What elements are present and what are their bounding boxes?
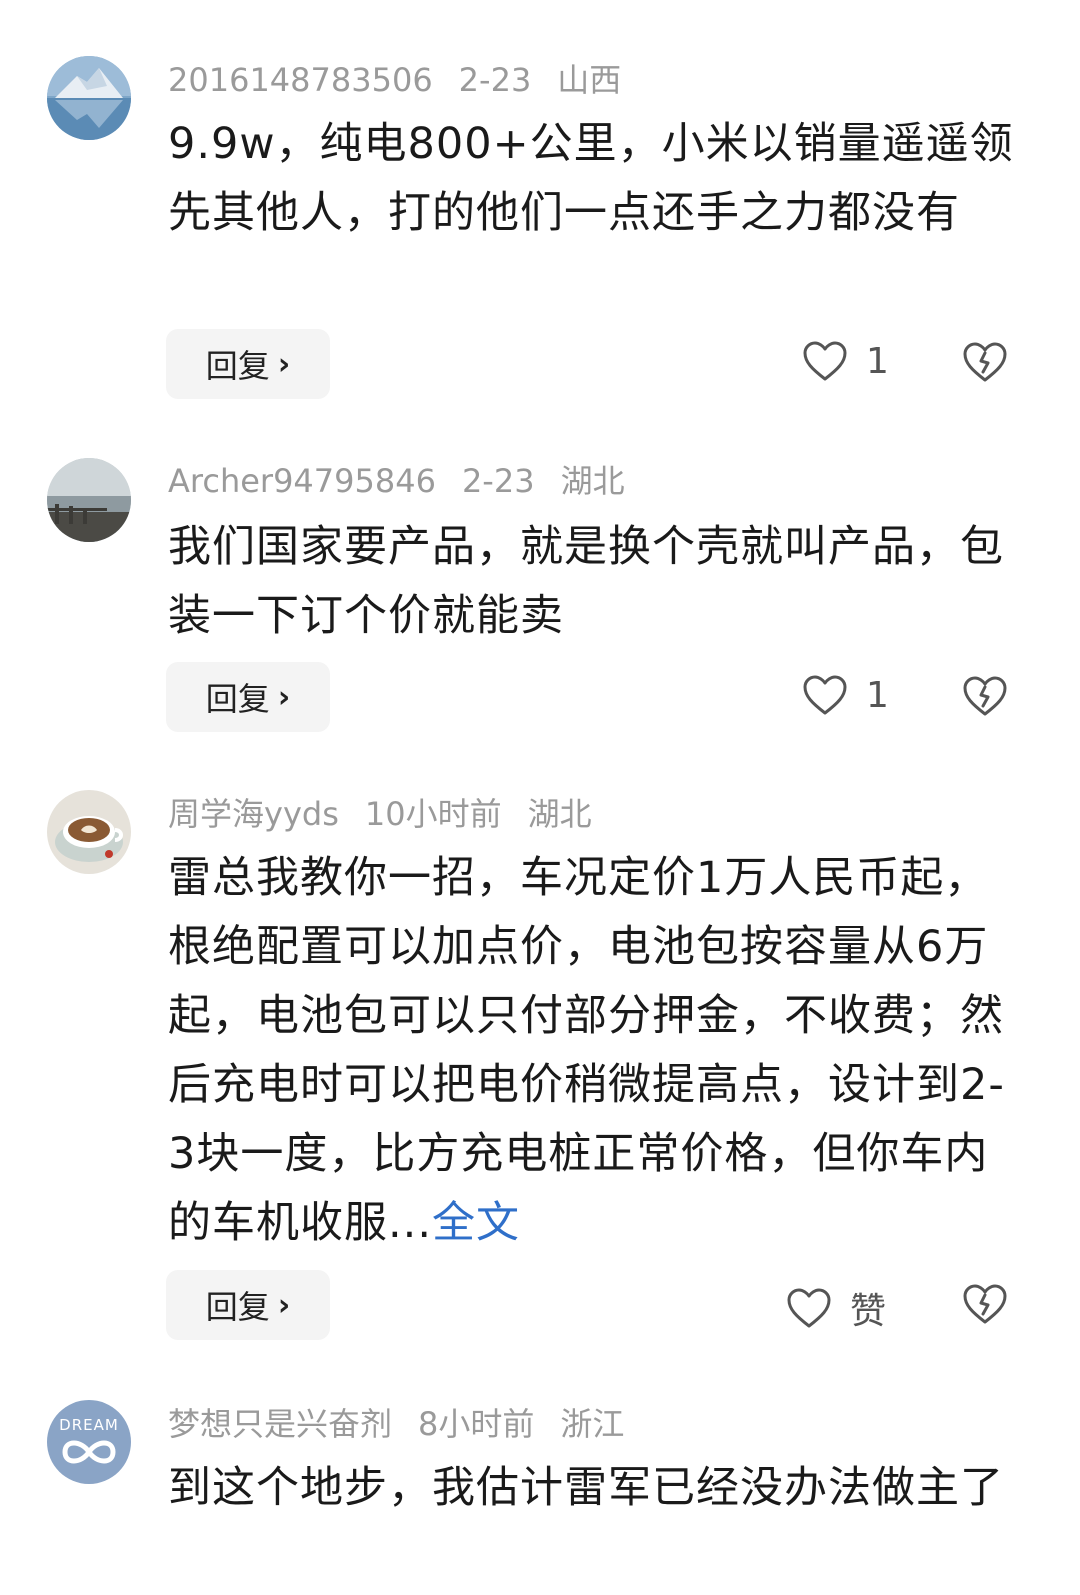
heart-outline-icon: [803, 341, 847, 381]
comment-body: 我们国家要产品，就是换个壳就叫产品，包装一下订个价就能卖: [168, 522, 1004, 641]
reply-button[interactable]: 回复 ›: [166, 1270, 330, 1340]
comment-text: 雷总我教你一招，车况定价1万人民币起，根绝配置可以加点价，电池包按容量从6万起，…: [168, 844, 1028, 1258]
user-avatar[interactable]: [47, 56, 131, 140]
username[interactable]: 梦想只是兴奋剂: [168, 1405, 392, 1443]
username[interactable]: Archer94795846: [168, 462, 436, 500]
chevron-right-icon: ›: [277, 1287, 291, 1323]
username[interactable]: 2016148783506: [168, 61, 433, 99]
heart-outline-icon: [787, 1288, 831, 1328]
broken-heart-icon: [963, 676, 1007, 716]
like-button[interactable]: 1: [802, 674, 889, 716]
comment-date: 8小时前: [418, 1405, 535, 1443]
user-avatar[interactable]: DREAM: [47, 1400, 131, 1484]
dislike-button[interactable]: [962, 675, 1008, 717]
broken-heart-icon: [963, 342, 1007, 382]
comment-text: 我们国家要产品，就是换个壳就叫产品，包装一下订个价就能卖: [168, 513, 1028, 651]
reply-label: 回复: [205, 1288, 270, 1326]
comment-location: 湖北: [527, 795, 592, 833]
dislike-button[interactable]: [962, 1283, 1008, 1325]
like-button[interactable]: 1: [802, 340, 889, 382]
avatar-text: DREAM: [59, 1416, 119, 1434]
read-full-link[interactable]: 全文: [432, 1198, 520, 1248]
reply-button[interactable]: 回复 ›: [166, 662, 330, 732]
heart-outline-icon: [803, 675, 847, 715]
comment-date: 2-23: [461, 462, 535, 500]
like-count: 1: [866, 674, 889, 716]
user-avatar[interactable]: [47, 458, 131, 542]
comment-body: 到这个地步，我估计雷军已经没办法做主了: [168, 1463, 1004, 1513]
comment-location: 浙江: [560, 1405, 625, 1443]
mountain-lake-avatar-icon: [47, 56, 131, 140]
like-count: 赞: [850, 1291, 887, 1332]
comment-date: 10小时前: [364, 795, 502, 833]
comment-body: 雷总我教你一招，车况定价1万人民币起，根绝配置可以加点价，电池包按容量从6万起，…: [168, 853, 1005, 1248]
like-button[interactable]: 赞: [786, 1282, 886, 1334]
comment-location: 山西: [557, 61, 622, 99]
like-count: 1: [866, 340, 889, 382]
comment-meta: Archer94795846 2-23 湖北: [168, 465, 651, 497]
comment-text: 9.9w，纯电800+公里，小米以销量遥遥领先其他人，打的他们一点还手之力都没有: [168, 110, 1028, 248]
coffee-avatar-icon: [47, 790, 131, 874]
reply-button[interactable]: 回复 ›: [166, 329, 330, 399]
seaside-avatar-icon: [47, 458, 131, 542]
broken-heart-icon: [963, 1284, 1007, 1324]
username[interactable]: 周学海yyds: [168, 795, 339, 833]
comment-location: 湖北: [560, 462, 625, 500]
comment-body: 9.9w，纯电800+公里，小米以销量遥遥领先其他人，打的他们一点还手之力都没有: [168, 119, 1014, 238]
comment-meta: 梦想只是兴奋剂 8小时前 浙江: [168, 1408, 650, 1440]
comment-text: 到这个地步，我估计雷军已经没办法做主了: [168, 1454, 1028, 1523]
comment-date: 2-23: [458, 61, 532, 99]
reply-label: 回复: [205, 680, 270, 718]
comment-meta: 周学海yyds 10小时前 湖北: [168, 798, 618, 830]
dislike-button[interactable]: [962, 341, 1008, 383]
chevron-right-icon: ›: [277, 346, 291, 382]
dream-infinity-avatar-icon: DREAM: [47, 1400, 131, 1484]
comment-meta: 2016148783506 2-23 山西: [168, 64, 647, 96]
chevron-right-icon: ›: [277, 679, 291, 715]
reply-label: 回复: [205, 347, 270, 385]
user-avatar[interactable]: [47, 790, 131, 874]
